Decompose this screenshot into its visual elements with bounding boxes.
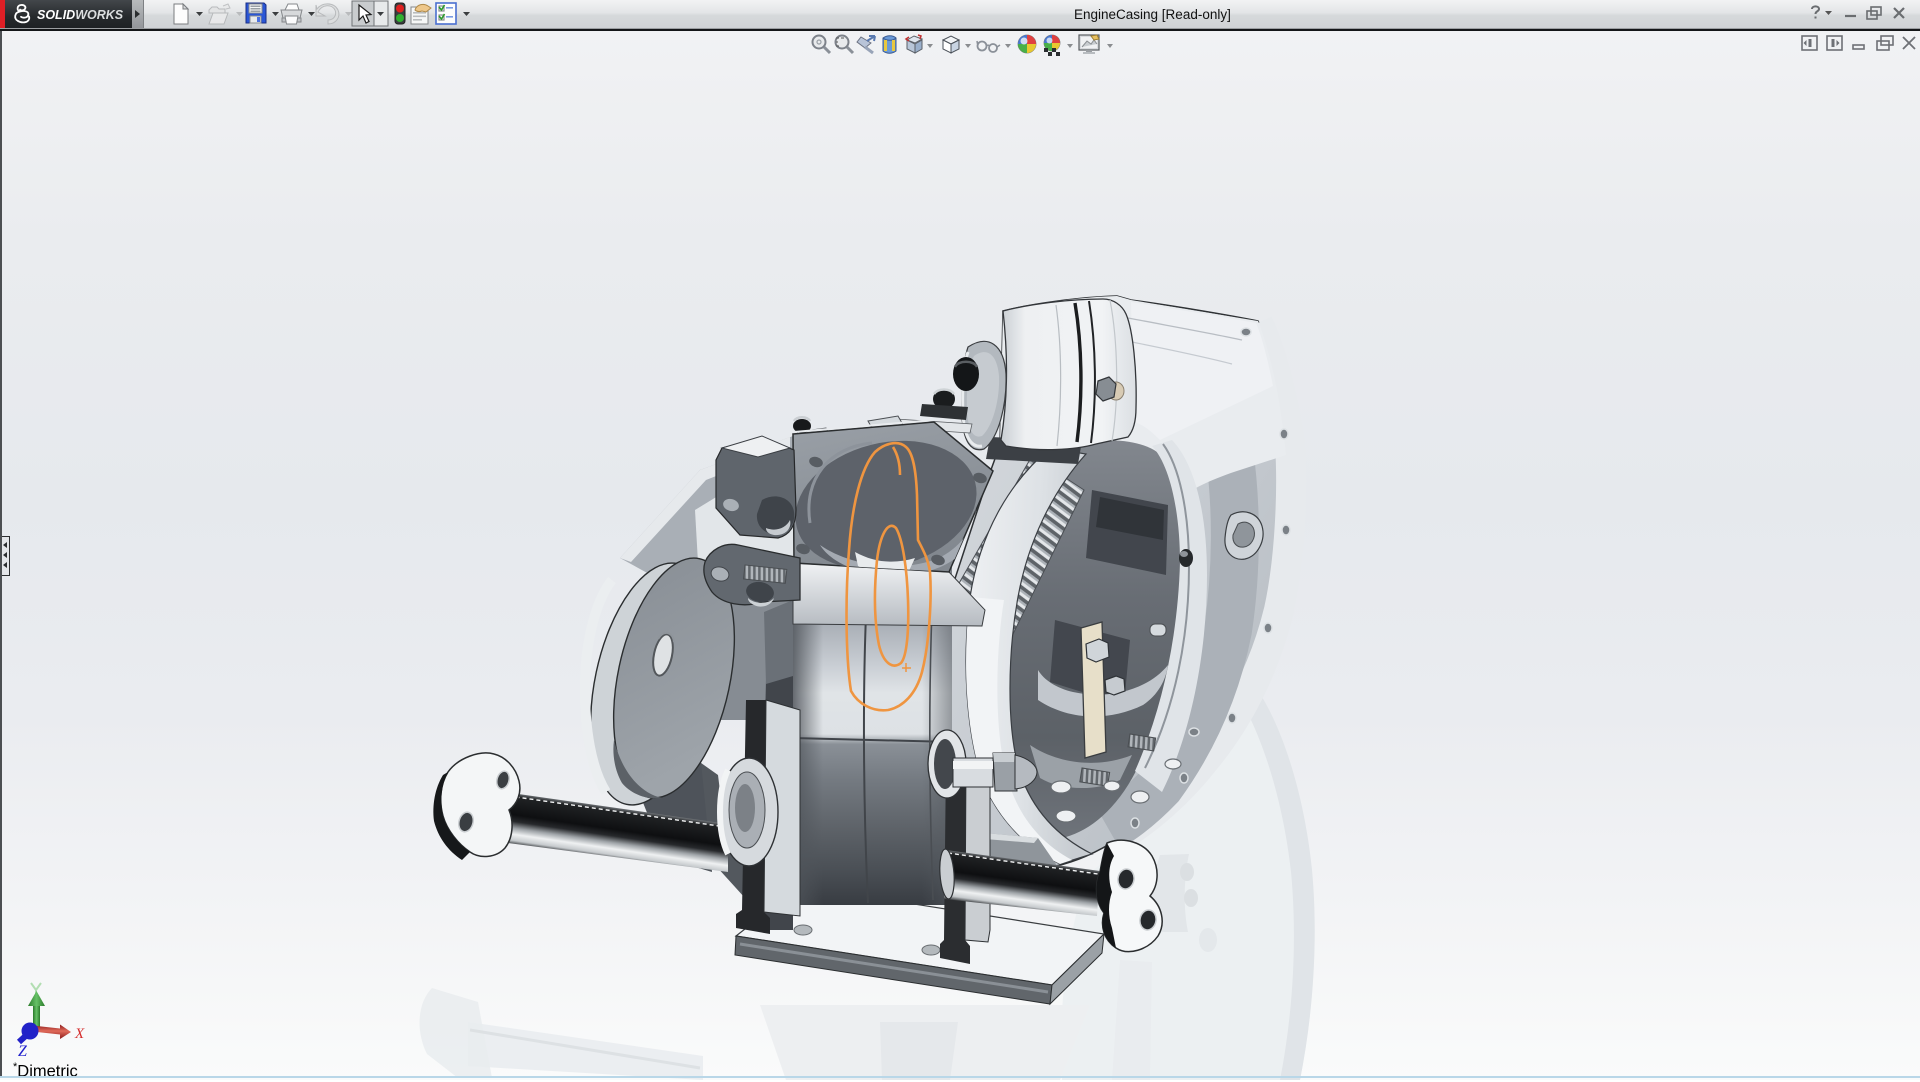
svg-text:Z: Z: [18, 1043, 28, 1060]
svg-text:X: X: [74, 1026, 85, 1042]
